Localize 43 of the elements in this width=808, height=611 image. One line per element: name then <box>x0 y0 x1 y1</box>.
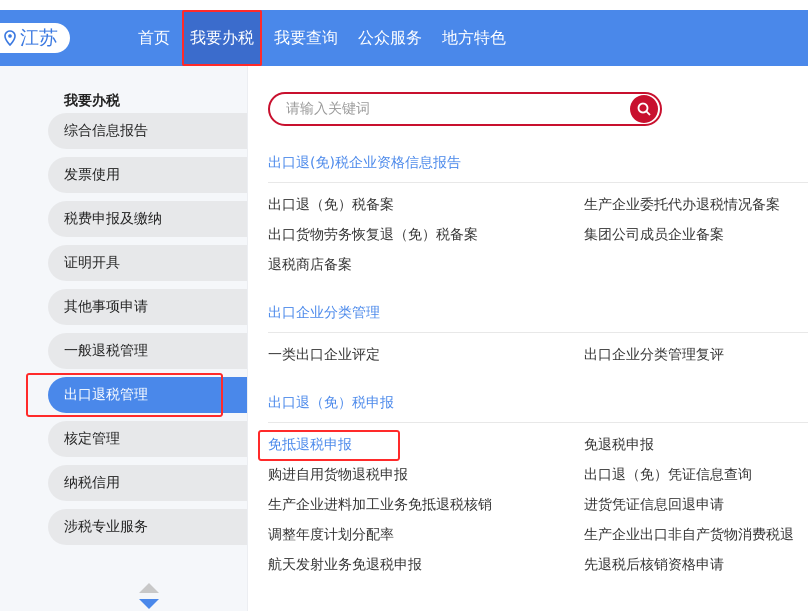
service-link[interactable]: 先退税后核销资格申请 <box>584 555 724 576</box>
search-field[interactable]: 请输入关键词 <box>284 100 630 118</box>
service-link[interactable]: 生产企业出口非自产货物消费税退 <box>584 525 794 546</box>
section-title: 出口退(免)税企业资格信息报告 <box>268 154 808 183</box>
service-link[interactable]: 出口企业分类管理复评 <box>584 345 724 366</box>
search-bar[interactable]: 请输入关键词 <box>268 92 662 126</box>
service-link[interactable]: 调整年度计划分配率 <box>268 525 394 546</box>
service-link[interactable]: 出口退（免）凭证信息查询 <box>584 465 752 486</box>
sidebar-item[interactable]: 证明开具 <box>48 245 247 281</box>
scroll-arrows-icon[interactable] <box>139 583 159 609</box>
search-button[interactable] <box>630 95 658 123</box>
service-link[interactable]: 出口货物劳务恢复退（免）税备案 <box>268 225 478 246</box>
search-icon <box>637 102 651 116</box>
nav-tab[interactable]: 地方特色 <box>434 10 514 66</box>
nav-tab[interactable]: 我要查询 <box>266 10 346 66</box>
nav-tab[interactable]: 首页 <box>130 10 178 66</box>
sidebar-item[interactable]: 综合信息报告 <box>48 113 247 149</box>
service-link[interactable]: 生产企业委托代办退税情况备案 <box>584 195 780 216</box>
location-pin-icon <box>4 30 16 46</box>
sidebar-item[interactable]: 纳税信用 <box>48 465 247 501</box>
sidebar-item[interactable]: 核定管理 <box>48 421 247 457</box>
sidebar-item[interactable]: 其他事项申请 <box>48 289 247 325</box>
nav-tab[interactable]: 公众服务 <box>350 10 430 66</box>
service-link[interactable]: 一类出口企业评定 <box>268 345 380 366</box>
service-link[interactable]: 免抵退税申报 <box>258 430 400 461</box>
service-link[interactable]: 航天发射业务免退税申报 <box>268 555 422 576</box>
service-link[interactable]: 免退税申报 <box>584 435 654 456</box>
section-title: 出口企业分类管理 <box>268 304 808 333</box>
service-link[interactable]: 购进自用货物退税申报 <box>268 465 408 486</box>
service-link[interactable]: 集团公司成员企业备案 <box>584 225 724 246</box>
sidebar-item[interactable]: 出口退税管理 <box>48 377 247 413</box>
service-link[interactable]: 出口退（免）税备案 <box>268 195 394 216</box>
sidebar-title: 我要办税 <box>64 92 121 110</box>
sidebar-item[interactable]: 税费申报及缴纳 <box>48 201 247 237</box>
sidebar-item[interactable]: 一般退税管理 <box>48 333 247 369</box>
region-selector[interactable]: 江苏 <box>0 23 70 53</box>
section-title: 出口退（免）税申报 <box>268 394 808 423</box>
sidebar-item[interactable]: 发票使用 <box>48 157 247 193</box>
nav-tab[interactable]: 我要办税 <box>182 10 262 66</box>
sidebar-item[interactable]: 涉税专业服务 <box>48 509 247 545</box>
service-link[interactable]: 退税商店备案 <box>268 255 352 276</box>
service-link[interactable]: 生产企业进料加工业务免抵退税核销 <box>268 495 492 516</box>
service-link[interactable]: 进货凭证信息回退申请 <box>584 495 724 516</box>
